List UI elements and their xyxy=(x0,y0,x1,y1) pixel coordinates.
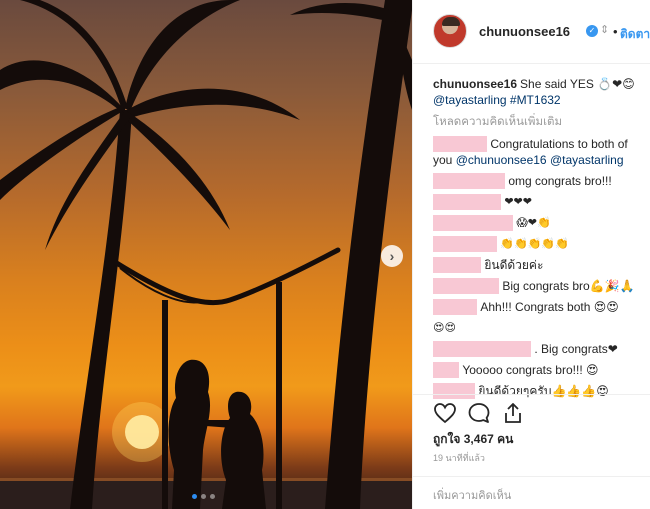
redacted-username xyxy=(433,215,513,231)
redacted-username xyxy=(433,278,499,294)
comment-text: Yooooo congrats bro!!! 😍 xyxy=(462,363,599,377)
comment-text: 😍😍 xyxy=(433,322,456,334)
caption-username[interactable]: chunuonsee16 xyxy=(433,77,517,91)
comment-mention[interactable]: @tayastarling xyxy=(550,153,624,167)
verified-badge-icon: ✓ xyxy=(586,25,598,37)
follow-button[interactable]: ติดตาม xyxy=(620,25,650,44)
sunset-proposal-photo xyxy=(0,0,412,509)
post-username[interactable]: chunuonsee16 xyxy=(479,24,570,39)
post-caption: chunuonsee16 She said YES 💍❤😊 @tayastarli… xyxy=(433,76,643,108)
post-sidebar: chunuonsee16 ✓ ⇕ • ติดตาม chunuonsee16Sh… xyxy=(412,0,650,509)
redacted-username xyxy=(433,341,531,357)
heart-icon[interactable] xyxy=(433,401,457,425)
comment-text: . Big congrats❤ xyxy=(534,342,618,356)
comment-row: Yooooo congrats bro!!! 😍 xyxy=(433,362,643,378)
comment-row: ❤❤❤ xyxy=(433,194,643,210)
comment-row: . Big congrats❤ xyxy=(433,341,643,357)
next-photo-button[interactable]: › xyxy=(381,245,403,267)
load-more-comments-link[interactable]: โหลดความคิดเห็นเพิ่มเติม xyxy=(433,114,643,130)
comment-icon[interactable] xyxy=(467,401,491,425)
comment-row: 👏👏👏👏👏 xyxy=(433,236,643,252)
comment-text: 👏👏👏👏👏 xyxy=(500,238,569,250)
comment-row: Congratulations to both of you @chunuons… xyxy=(433,136,643,168)
comment-row: Ahh!!! Congrats both 😍😍 xyxy=(433,299,643,315)
comment-text: Ahh!!! Congrats both 😍😍 xyxy=(480,300,619,314)
carousel-dot xyxy=(201,494,206,499)
carousel-dot-active xyxy=(192,494,197,499)
comment-text: ❤❤❤ xyxy=(504,196,532,208)
comment-text: 😱❤👏 xyxy=(516,217,551,229)
share-icon[interactable] xyxy=(501,401,525,425)
comment-text: omg congrats bro!!! xyxy=(508,174,612,188)
caption-hashtag[interactable]: #MT1632 xyxy=(510,93,561,107)
comment-text: Big congrats bro💪🎉🙏 xyxy=(502,279,635,293)
avatar[interactable] xyxy=(433,14,467,48)
redacted-username xyxy=(433,236,497,252)
post-timestamp: 19 นาทีที่แล้ว xyxy=(433,453,485,463)
carousel-dot xyxy=(210,494,215,499)
post-header: chunuonsee16 ✓ ⇕ • ติดตาม xyxy=(413,0,650,64)
flag-icon: ⇕ xyxy=(600,24,610,36)
post-photo[interactable]: › xyxy=(0,0,412,509)
redacted-username xyxy=(433,257,481,273)
chevron-right-icon: › xyxy=(389,248,395,264)
redacted-username xyxy=(433,136,487,152)
comment-row-continued: 😍😍 xyxy=(433,320,643,336)
comment-row: 😱❤👏 xyxy=(433,215,643,231)
like-count[interactable]: ถูกใจ 3,467 คน xyxy=(433,430,513,449)
redacted-username xyxy=(433,173,505,189)
comment-text: ยินดีด้วยค่ะ xyxy=(484,258,544,272)
add-comment-input[interactable]: เพิ่มความคิดเห็น xyxy=(413,476,650,509)
separator-dot: • xyxy=(613,24,618,39)
post-actions xyxy=(413,394,650,434)
comment-row: Big congrats bro💪🎉🙏 xyxy=(433,278,643,294)
carousel-indicator xyxy=(192,494,215,499)
redacted-username xyxy=(433,299,477,315)
comment-list: chunuonsee16 She said YES 💍❤😊 @tayastarli… xyxy=(433,76,643,404)
redacted-username xyxy=(433,194,501,210)
comment-mention[interactable]: @chunuonsee16 xyxy=(456,153,547,167)
comment-row: ยินดีด้วยค่ะ xyxy=(433,257,643,273)
comment-row: omg congrats bro!!! xyxy=(433,173,643,189)
redacted-username xyxy=(433,362,459,378)
caption-mention[interactable]: @tayastarling xyxy=(433,93,507,107)
caption-text: She said YES 💍❤😊 xyxy=(520,77,635,91)
